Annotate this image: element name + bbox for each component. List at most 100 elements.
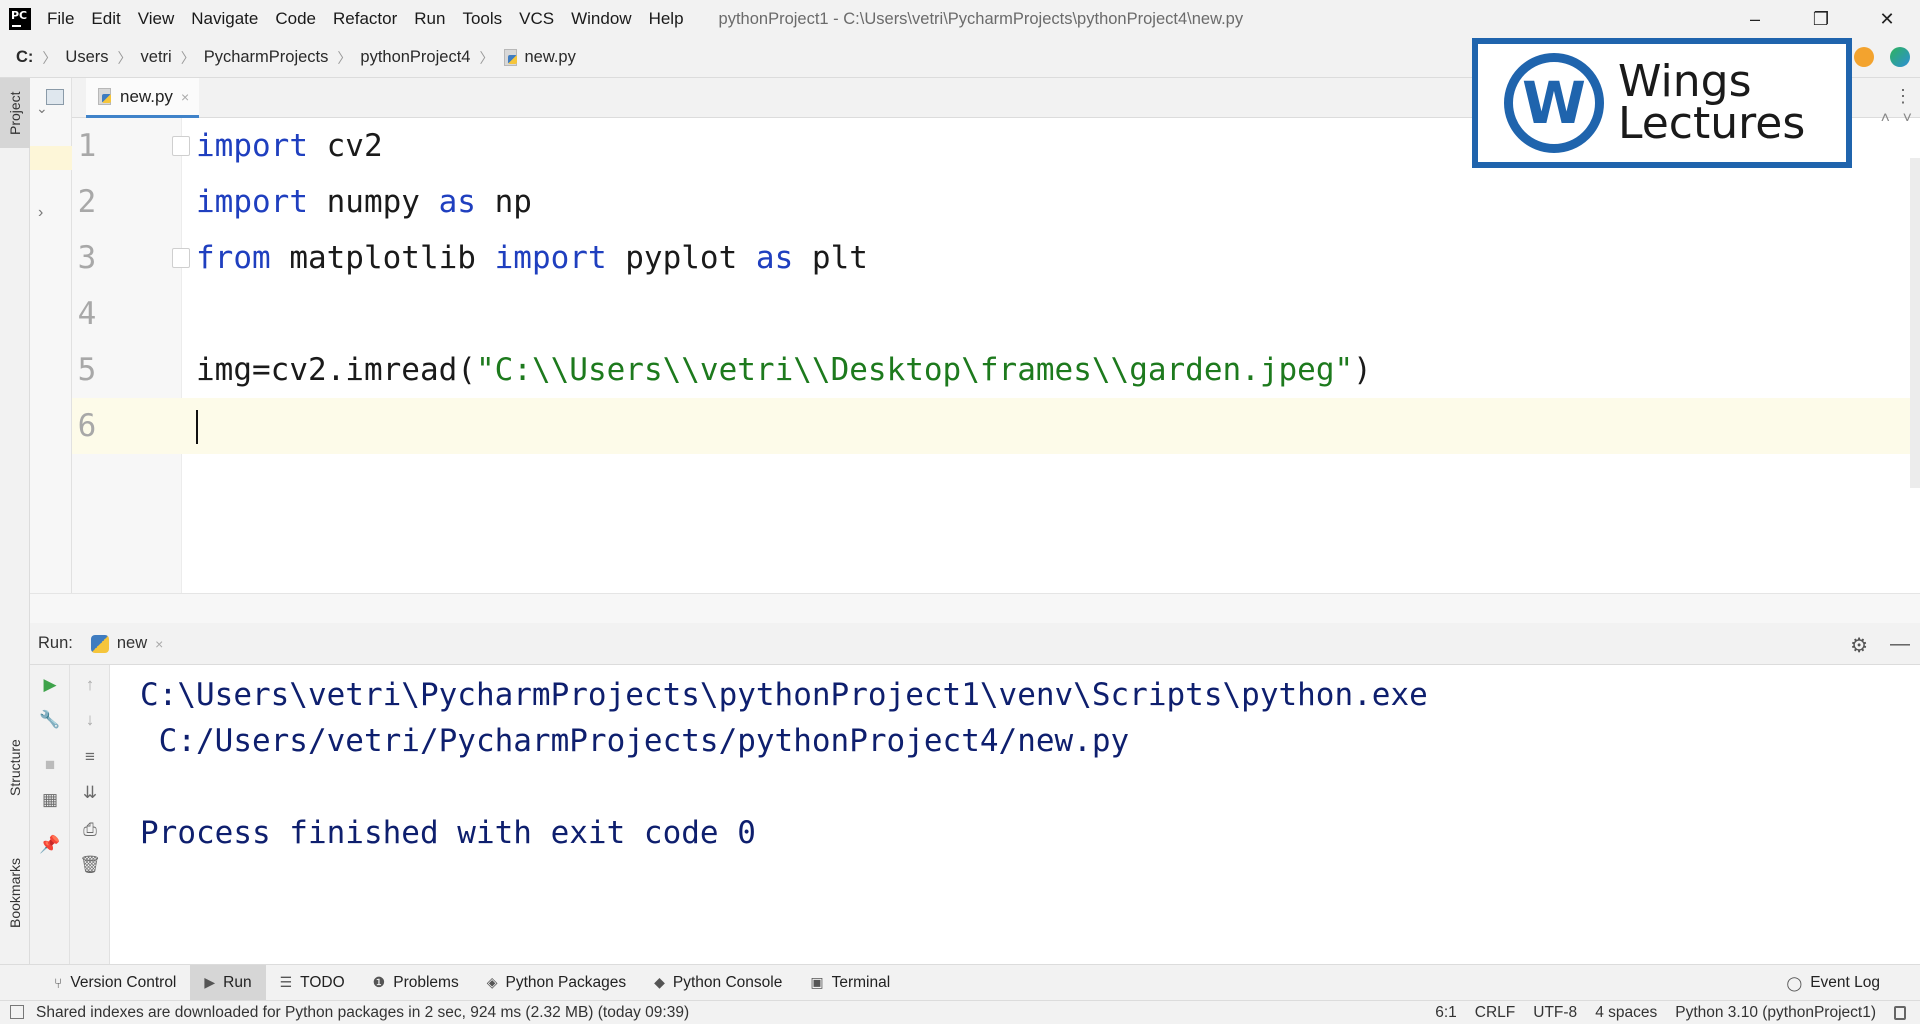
tool-label: Python Packages: [505, 973, 627, 991]
gear-icon[interactable]: ⚙: [1850, 633, 1868, 658]
code-text: img=cv2.imread("C:\\Users\\vetri\\Deskto…: [196, 352, 1372, 388]
tool-problems[interactable]: ❶ Problems: [359, 965, 473, 1001]
code-editor[interactable]: 1 import cv2 2 import numpy as np 3 from…: [72, 110, 1920, 593]
print-icon[interactable]: ⎙: [80, 820, 100, 840]
code-line[interactable]: 5 img=cv2.imread("C:\\Users\\vetri\\Desk…: [72, 342, 1920, 398]
info-icon: ❶: [372, 974, 386, 990]
play-icon: ▶: [204, 974, 216, 990]
tool-label: Event Log: [1810, 974, 1880, 991]
breadcrumb-pycharmprojects[interactable]: PycharmProjects: [204, 48, 329, 67]
more-options-icon[interactable]: ⋮: [1894, 86, 1912, 107]
run-tab-new[interactable]: new ×: [90, 623, 163, 665]
event-log-icon: ◯: [1786, 974, 1803, 991]
line-separator[interactable]: CRLF: [1475, 1004, 1515, 1022]
breadcrumb-file[interactable]: new.py: [502, 48, 576, 67]
run-toolbar-primary: ▶ 🔧 ■ ▦ 📌: [30, 665, 70, 964]
caret-position[interactable]: 6:1: [1435, 1004, 1457, 1022]
status-message[interactable]: Shared indexes are downloaded for Python…: [36, 1004, 689, 1022]
tool-event-log[interactable]: ◯ Event Log: [1787, 965, 1880, 1001]
rerun-play-icon[interactable]: ▶: [40, 675, 60, 695]
menu-run[interactable]: Run: [414, 9, 445, 29]
run-label: Run:: [38, 634, 73, 652]
menu-window[interactable]: Window: [571, 9, 631, 29]
hide-panel-icon[interactable]: —: [1890, 633, 1910, 658]
stop-icon[interactable]: ■: [40, 755, 60, 775]
python-interpreter[interactable]: Python 3.10 (pythonProject1): [1675, 1004, 1876, 1022]
menu-refactor[interactable]: Refactor: [333, 9, 397, 29]
tool-label: Terminal: [831, 973, 891, 991]
tool-todo[interactable]: ☰ TODO: [266, 965, 359, 1001]
tool-python-console[interactable]: ◆ Python Console: [640, 965, 796, 1001]
scroll-to-end-icon[interactable]: ⇊: [80, 783, 100, 803]
wrench-icon[interactable]: 🔧: [39, 710, 60, 730]
pin-icon[interactable]: 📌: [39, 835, 60, 855]
tool-window-bar: ⑂ Version Control ▶ Run ☰ TODO ❶ Problem…: [0, 964, 1920, 1001]
tool-version-control[interactable]: ⑂ Version Control: [40, 965, 190, 1001]
lock-icon[interactable]: [1894, 1006, 1906, 1020]
indent-setting[interactable]: 4 spaces: [1595, 1004, 1657, 1022]
arrow-up-icon[interactable]: ↑: [80, 675, 100, 695]
menu-vcs[interactable]: VCS: [519, 9, 554, 29]
project-panel: ⌄ ›: [30, 78, 72, 618]
python-file-icon: [96, 87, 112, 106]
python-icon: [90, 634, 109, 653]
close-button[interactable]: ✕: [1854, 0, 1920, 38]
trash-icon[interactable]: 🗑: [79, 855, 101, 875]
menu-edit[interactable]: Edit: [91, 9, 120, 29]
structure-tool-tab[interactable]: Structure: [0, 723, 30, 813]
structure-toggle-icon[interactable]: [46, 89, 64, 105]
python-icon: ◆: [654, 974, 665, 990]
update-icon[interactable]: [1854, 47, 1874, 67]
chevron-right-icon[interactable]: ›: [38, 204, 43, 222]
layout-icon[interactable]: ▦: [40, 790, 60, 810]
tool-run[interactable]: ▶ Run: [190, 964, 266, 1001]
menu-code[interactable]: Code: [275, 9, 316, 29]
run-tab-close-icon[interactable]: ×: [155, 636, 163, 652]
logo-line-1: Wings: [1618, 56, 1752, 107]
menu-tools[interactable]: Tools: [462, 9, 502, 29]
restore-button[interactable]: ❐: [1788, 0, 1854, 38]
run-console[interactable]: C:\Users\vetri\PycharmProjects\pythonPro…: [110, 665, 1920, 964]
project-selected-row[interactable]: [30, 146, 72, 170]
code-line[interactable]: 4: [72, 286, 1920, 342]
code-line[interactable]: 3 from matplotlib import pyplot as plt: [72, 230, 1920, 286]
line-number: 1: [77, 128, 97, 164]
breadcrumb-drive[interactable]: C:: [16, 48, 33, 67]
tool-python-packages[interactable]: ◈ Python Packages: [473, 965, 640, 1001]
minimize-button[interactable]: –: [1722, 0, 1788, 38]
code-text: import numpy as np: [196, 184, 532, 220]
run-tab-label: new: [116, 634, 148, 652]
console-line: C:\Users\vetri\PycharmProjects\pythonPro…: [140, 677, 1428, 713]
branch-icon: ⑂: [54, 974, 63, 991]
file-encoding[interactable]: UTF-8: [1533, 1004, 1577, 1022]
breadcrumb-pythonproject4[interactable]: pythonProject4: [360, 48, 470, 67]
run-config-icon[interactable]: [1890, 47, 1910, 67]
breadcrumb-separator: 〉: [117, 49, 132, 66]
tool-terminal[interactable]: ▣ Terminal: [796, 965, 904, 1001]
python-file-icon: [502, 48, 518, 67]
code-line[interactable]: 2 import numpy as np: [72, 174, 1920, 230]
menu-view[interactable]: View: [138, 9, 175, 29]
breadcrumb-vetri[interactable]: vetri: [141, 48, 172, 67]
menu-help[interactable]: Help: [649, 9, 684, 29]
editor-scroll-down-icon[interactable]: ˅: [1903, 110, 1912, 128]
fold-marker-icon[interactable]: [172, 248, 190, 268]
fold-marker-icon[interactable]: [172, 136, 190, 156]
editor-scrollbar[interactable]: [1910, 158, 1920, 488]
toggle-tool-windows-icon[interactable]: [10, 1005, 24, 1019]
editor-scroll-up-icon[interactable]: ˄: [1881, 110, 1890, 128]
menu-file[interactable]: File: [47, 9, 74, 29]
editor-horizontal-scroll[interactable]: [30, 593, 1920, 623]
nav-right-icons: [1854, 47, 1910, 67]
tab-close-icon[interactable]: ×: [181, 89, 189, 105]
pycharm-logo-icon: PC: [9, 8, 31, 30]
breadcrumb-separator: 〉: [42, 49, 57, 66]
menu-navigate[interactable]: Navigate: [191, 9, 258, 29]
bookmarks-tool-tab[interactable]: Bookmarks: [0, 843, 30, 943]
arrow-down-icon[interactable]: ↓: [80, 710, 100, 730]
code-line-current[interactable]: 6: [72, 398, 1920, 454]
soft-wrap-icon[interactable]: ≡: [80, 747, 100, 767]
breadcrumb-users[interactable]: Users: [65, 48, 108, 67]
tab-new-py[interactable]: new.py ×: [86, 78, 200, 118]
project-tool-tab[interactable]: Project: [0, 78, 30, 148]
